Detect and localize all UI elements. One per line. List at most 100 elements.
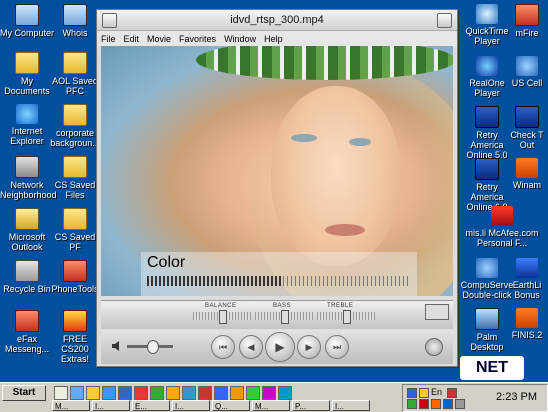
desktop-icon-my-documents[interactable]: My Documents: [0, 52, 54, 96]
desktop-icon-mfire[interactable]: mFire: [506, 4, 548, 38]
menu-favorites[interactable]: Favorites: [179, 34, 216, 44]
efax-icon: [15, 310, 39, 332]
quicklaunch-icon[interactable]: [246, 386, 260, 400]
clock[interactable]: 2:23 PM: [496, 391, 537, 403]
tray-icon[interactable]: [407, 388, 417, 398]
quicklaunch-icon[interactable]: [262, 386, 276, 400]
color-level-fill: [147, 276, 284, 286]
taskbar-button[interactable]: M...: [52, 400, 90, 411]
quicklaunch-icon[interactable]: [70, 386, 84, 400]
tray-icon[interactable]: [443, 399, 453, 409]
language-indicator[interactable]: En: [431, 387, 442, 397]
desktop-icon-us-cell[interactable]: US Cell: [506, 56, 548, 88]
taskbar: Start M... I... E... I... Q... M... P...…: [0, 382, 548, 412]
desktop-icon-check-it-out[interactable]: Check T Out: [506, 106, 548, 150]
tray-icon[interactable]: [455, 399, 465, 409]
favorites-button[interactable]: [425, 338, 443, 356]
mfire-icon: [515, 4, 539, 26]
desktop-icon-internet-explorer[interactable]: Internet Explorer: [0, 104, 54, 146]
quicklaunch-icon[interactable]: [278, 386, 292, 400]
palm-icon: [475, 308, 499, 330]
desktop-icon-cs-saved-files[interactable]: CS Saved Files: [48, 156, 102, 200]
window-titlebar[interactable]: idvd_rtsp_300.mp4: [97, 10, 457, 31]
aol-icon: [475, 106, 499, 128]
desktop-icon-aol-saved[interactable]: AOL Saved PFC: [48, 52, 102, 96]
quicklaunch-icon[interactable]: [150, 386, 164, 400]
desktop-icon-winamp[interactable]: Winam: [506, 158, 548, 190]
end-button[interactable]: ⏭: [325, 335, 349, 359]
quicklaunch-icon[interactable]: [134, 386, 148, 400]
phonetools-icon: [63, 260, 87, 282]
menu-file[interactable]: File: [101, 34, 116, 44]
step-forward-button[interactable]: ▶: [297, 335, 321, 359]
desktop-icon-outlook[interactable]: Microsoft Outlook: [0, 208, 54, 252]
menu-bar: File Edit Movie Favorites Window Help: [97, 31, 457, 46]
quicklaunch-icon[interactable]: [198, 386, 212, 400]
desktop-icon-recycle-bin[interactable]: Recycle Bin: [0, 260, 54, 294]
step-back-button[interactable]: ◀: [239, 335, 263, 359]
start-button[interactable]: Start: [2, 385, 46, 401]
eq-toggle-button[interactable]: [425, 304, 449, 320]
balance-knob[interactable]: [219, 310, 227, 324]
tray-icon[interactable]: [447, 388, 457, 398]
color-adjust-overlay[interactable]: Color: [141, 252, 417, 296]
desktop-icon-finis[interactable]: FINIS.2: [506, 308, 548, 340]
folder-icon: [63, 156, 87, 178]
menu-movie[interactable]: Movie: [147, 34, 171, 44]
window-title: idvd_rtsp_300.mp4: [230, 14, 324, 26]
quicklaunch-icon[interactable]: [118, 386, 132, 400]
taskbar-button[interactable]: P...: [292, 400, 330, 411]
folder-icon: [63, 208, 87, 230]
taskbar-button[interactable]: M...: [252, 400, 290, 411]
quicklaunch-icon[interactable]: [230, 386, 244, 400]
desktop-icon-mcafee[interactable]: mis.li McAfee.com Personal F...: [462, 206, 542, 248]
compuserve-icon: [476, 258, 498, 278]
menu-window[interactable]: Window: [224, 34, 256, 44]
playback-controls: ⏮ ◀ ▶ ▶ ⏭: [101, 330, 453, 364]
desktop-icon-free-cs2000[interactable]: FREE CS200 Extras!: [48, 310, 102, 364]
desktop-icon-corporate-background[interactable]: corporate backgroun...: [48, 104, 102, 148]
net-logo: NET: [460, 356, 524, 380]
volume-knob[interactable]: [147, 340, 160, 354]
desktop-icon-my-computer[interactable]: My Computer: [0, 4, 54, 38]
tray-icon[interactable]: [407, 399, 417, 409]
taskbar-button[interactable]: I...: [172, 400, 210, 411]
taskbar-button[interactable]: E...: [132, 400, 170, 411]
video-eye: [291, 134, 317, 142]
zoom-icon[interactable]: [437, 13, 452, 28]
quicklaunch-icon[interactable]: [102, 386, 116, 400]
taskbar-button[interactable]: I...: [332, 400, 370, 411]
speaker-icon: [112, 341, 119, 351]
taskbar-button[interactable]: Q...: [212, 400, 250, 411]
tray-icon[interactable]: [419, 399, 429, 409]
desktop-icon-network-neighborhood[interactable]: Network Neighborhood: [0, 156, 57, 200]
desktop-icon-earthlink[interactable]: EarthLi Bonus: [506, 258, 548, 300]
video-face: [271, 86, 401, 266]
video-wreath: [196, 46, 453, 80]
quicklaunch-icon[interactable]: [182, 386, 196, 400]
quicklaunch-icon[interactable]: [54, 386, 68, 400]
quicktime-player-window[interactable]: idvd_rtsp_300.mp4 File Edit Movie Favori…: [96, 9, 458, 367]
tray-icon[interactable]: [419, 388, 429, 398]
bass-knob[interactable]: [281, 310, 289, 324]
play-button[interactable]: ▶: [265, 332, 295, 362]
quicklaunch-icon[interactable]: [166, 386, 180, 400]
desktop-icon-whois[interactable]: Whois: [48, 4, 102, 38]
desktop-icon-efax[interactable]: eFax Messeng...: [0, 310, 54, 354]
menu-help[interactable]: Help: [264, 34, 283, 44]
quicklaunch-icon[interactable]: [214, 386, 228, 400]
video-frame[interactable]: Color: [101, 46, 453, 296]
aol-icon: [475, 158, 499, 180]
color-label: Color: [147, 254, 186, 271]
network-icon: [15, 156, 39, 178]
rewind-button[interactable]: ⏮: [211, 335, 235, 359]
check-icon: [515, 106, 539, 128]
quicklaunch-icon[interactable]: [86, 386, 100, 400]
taskbar-button[interactable]: I...: [92, 400, 130, 411]
desktop-icon-phonetools[interactable]: PhoneTools: [48, 260, 102, 294]
treble-knob[interactable]: [343, 310, 351, 324]
menu-edit[interactable]: Edit: [124, 34, 140, 44]
desktop-icon-cs-saved-pf[interactable]: CS Saved PF: [48, 208, 102, 252]
finis-icon: [516, 308, 538, 328]
tray-icon[interactable]: [431, 399, 441, 409]
